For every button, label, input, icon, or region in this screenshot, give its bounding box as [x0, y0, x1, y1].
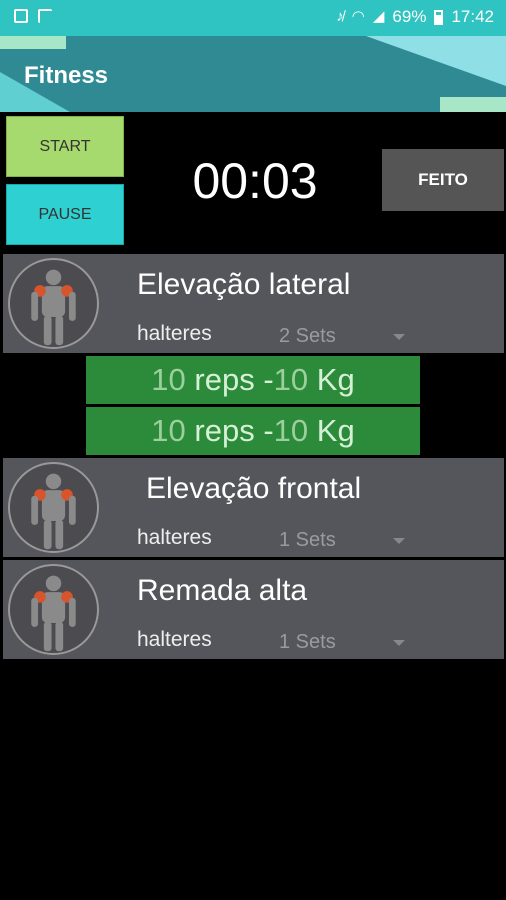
sets-dropdown[interactable]: 1 Sets	[279, 631, 336, 654]
wifi-icon: ◠	[351, 8, 365, 25]
image-icon	[14, 9, 28, 23]
chevron-down-icon[interactable]	[393, 538, 405, 544]
app-bar: Fitness	[0, 36, 506, 112]
exercise-name: Remada alta	[137, 574, 308, 607]
app-title: Fitness	[24, 62, 109, 89]
chevron-down-icon[interactable]	[393, 334, 405, 340]
reps-label: reps -	[194, 362, 274, 397]
exercise-equipment: halteres	[137, 526, 212, 549]
signal-icon: ◢	[372, 8, 385, 25]
set-row[interactable]: 10 reps - 10 Kg	[86, 407, 420, 455]
set-weight: 10	[273, 362, 309, 397]
mute-icon: ♪̸	[336, 8, 344, 25]
set-weight: 10	[273, 413, 309, 448]
shoulder-muscle-icon	[8, 462, 99, 553]
battery-percent: 69%	[392, 7, 427, 26]
workout-timer: 00:03	[192, 153, 318, 209]
sets-dropdown[interactable]: 1 Sets	[279, 529, 336, 552]
flipboard-icon	[38, 9, 52, 23]
sets-dropdown[interactable]: 2 Sets	[279, 325, 336, 348]
chevron-down-icon[interactable]	[393, 640, 405, 646]
header-decoration	[366, 36, 506, 86]
exercise-card[interactable]: Elevação lateral halteres 2 Sets	[3, 254, 504, 353]
exercise-equipment: halteres	[137, 628, 212, 651]
exercise-card[interactable]: Remada alta halteres 1 Sets	[3, 560, 504, 659]
shoulder-muscle-icon	[8, 258, 99, 349]
pause-button[interactable]: PAUSE	[6, 184, 124, 245]
status-bar: ♪̸ ◠ ◢ 69% 17:42	[0, 0, 506, 36]
set-row[interactable]: 10 reps - 10 Kg	[86, 356, 420, 404]
reps-label: reps -	[194, 413, 274, 448]
header-decoration	[0, 36, 66, 49]
done-button[interactable]: FEITO	[382, 149, 504, 211]
weight-unit: Kg	[316, 413, 355, 448]
battery-icon	[434, 9, 444, 25]
exercise-equipment: halteres	[137, 322, 212, 345]
header-decoration	[440, 97, 506, 112]
set-reps: 10	[151, 413, 186, 448]
exercise-card[interactable]: Elevação frontal halteres 1 Sets	[3, 458, 504, 557]
set-reps: 10	[151, 362, 186, 397]
shoulder-muscle-icon	[8, 564, 99, 655]
exercise-name: Elevação lateral	[137, 268, 351, 301]
start-button[interactable]: START	[6, 116, 124, 177]
clock: 17:42	[451, 7, 494, 26]
exercise-name: Elevação frontal	[146, 472, 362, 505]
weight-unit: Kg	[316, 362, 355, 397]
